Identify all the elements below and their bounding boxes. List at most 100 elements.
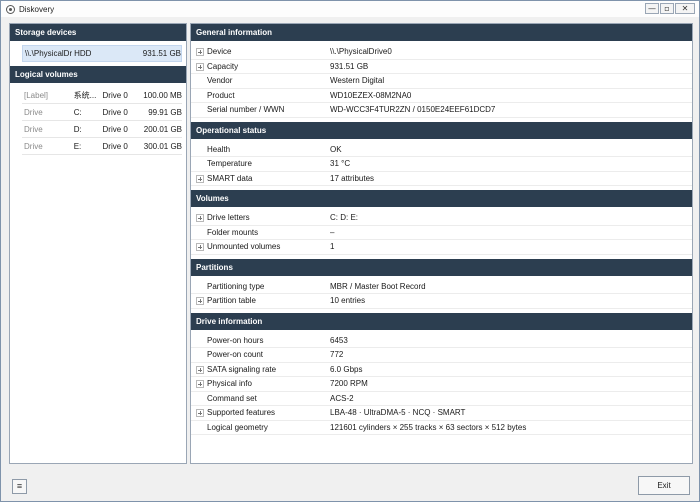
- section-header-general: General information: [191, 24, 692, 41]
- property-key: Product: [207, 90, 235, 100]
- volume-name: E:: [73, 141, 82, 151]
- property-row-supported-features[interactable]: Supported features LBA-48 · UltraDMA-5 ·…: [191, 406, 692, 421]
- volume-drive: Drive 0: [102, 107, 128, 117]
- property-key: Vendor: [207, 76, 233, 86]
- menu-button[interactable]: ≡: [12, 479, 27, 494]
- expand-plus-icon[interactable]: [196, 365, 204, 374]
- exit-button[interactable]: Exit: [638, 476, 690, 495]
- expand-plus-icon[interactable]: [196, 409, 204, 417]
- volume-drive: Drive 0: [102, 141, 128, 151]
- volume-kind: Drive: [24, 141, 43, 151]
- volume-size: 300.01 GB: [143, 141, 182, 151]
- expand-plus-icon[interactable]: [196, 380, 204, 388]
- property-row-folder-mounts: Folder mounts –: [191, 226, 692, 240]
- close-button[interactable]: ✕: [675, 3, 695, 14]
- disk-app-icon: [6, 4, 15, 14]
- property-row-partitioning-type: Partitioning type MBR / Master Boot Reco…: [191, 280, 692, 294]
- property-row-product: Product WD10EZEX-08M2NA0: [191, 89, 692, 103]
- logical-volumes-header: Logical volumes: [10, 66, 186, 83]
- property-row-power-on-count: Power-on count 772: [191, 348, 692, 363]
- property-value: 931.51 GB: [330, 61, 369, 71]
- property-row-unmounted[interactable]: Unmounted volumes 1: [191, 240, 692, 255]
- logical-volume-row[interactable]: Drive D: Drive 0 200.01 GB: [22, 121, 182, 138]
- property-row-command-set: Command set ACS-2: [191, 392, 692, 406]
- expand-plus-icon[interactable]: [196, 243, 204, 251]
- property-key: Command set: [207, 393, 257, 403]
- property-value: 6453: [330, 335, 348, 345]
- expand-plus-icon[interactable]: [196, 297, 204, 305]
- property-key: Device: [207, 47, 232, 57]
- property-row-device[interactable]: Device \\.\PhysicalDrive0: [191, 45, 692, 60]
- property-value: –: [330, 227, 335, 237]
- property-row-capacity[interactable]: Capacity 931.51 GB: [191, 60, 692, 74]
- property-value: 121601 cylinders × 255 tracks × 63 secto…: [330, 422, 527, 432]
- property-value: WD10EZEX-08M2NA0: [330, 90, 412, 100]
- property-row-serial: Serial number / WWN WD-WCC3F4TUR2ZN / 01…: [191, 103, 692, 118]
- logical-volume-row[interactable]: Drive E: Drive 0 300.01 GB: [22, 138, 182, 155]
- property-row-partition-table[interactable]: Partition table 10 entries: [191, 294, 692, 309]
- logical-volume-row[interactable]: [Label] 系统... Drive 0 100.00 MB: [22, 87, 182, 104]
- device-type: HDD: [74, 49, 92, 58]
- property-value: 1: [330, 242, 335, 252]
- volume-kind: Drive: [24, 124, 43, 134]
- minimize-button[interactable]: —: [645, 3, 659, 14]
- property-row-health: Health OK: [191, 143, 692, 157]
- title-bar: Diskovery — ▫ ✕: [1, 1, 699, 17]
- expand-plus-icon[interactable]: [196, 62, 204, 71]
- window-controls: — ▫ ✕: [645, 3, 695, 14]
- property-row-logical-geometry: Logical geometry 121601 cylinders × 255 …: [191, 421, 692, 435]
- property-key: SATA signaling rate: [207, 364, 277, 374]
- property-row-vendor: Vendor Western Digital: [191, 74, 692, 89]
- logical-volume-row[interactable]: Drive C: Drive 0 99.91 GB: [22, 104, 182, 121]
- properties-panel: General information Device \\.\PhysicalD…: [190, 23, 693, 464]
- property-key: Capacity: [207, 61, 239, 71]
- property-value: 6.0 Gbps: [330, 364, 363, 374]
- property-value: 7200 RPM: [330, 379, 368, 389]
- property-row-power-on-hours: Power-on hours 6453: [191, 334, 692, 348]
- property-value: 10 entries: [330, 296, 366, 306]
- app-window: Diskovery — ▫ ✕ Storage devices \\.\Phys…: [0, 0, 700, 502]
- property-row-smart[interactable]: SMART data 17 attributes: [191, 172, 692, 186]
- section-header-volumes: Volumes: [191, 190, 692, 207]
- property-row-drive-letters[interactable]: Drive letters C: D: E:: [191, 211, 692, 226]
- expand-plus-icon[interactable]: [196, 48, 204, 56]
- property-row-physical-info[interactable]: Physical info 7200 RPM: [191, 377, 692, 392]
- device-name: \\.\PhysicalDri...: [25, 49, 73, 58]
- property-key: Power-on count: [207, 350, 264, 360]
- property-value: MBR / Master Boot Record: [330, 281, 426, 291]
- property-value: \\.\PhysicalDrive0: [330, 47, 392, 57]
- volume-name: D:: [73, 124, 82, 134]
- storage-devices-header: Storage devices: [10, 24, 186, 41]
- volume-kind: Drive: [24, 107, 43, 117]
- volume-drive: Drive 0: [102, 90, 128, 100]
- property-key: Physical info: [207, 379, 252, 389]
- expand-plus-icon[interactable]: [196, 174, 204, 183]
- property-key: Supported features: [207, 408, 276, 418]
- property-key: Serial number / WWN: [207, 105, 285, 115]
- property-value: ACS-2: [330, 393, 354, 403]
- expand-plus-icon[interactable]: [196, 214, 204, 222]
- device-tree-panel: Storage devices \\.\PhysicalDri... HDD 9…: [9, 23, 187, 464]
- property-key: SMART data: [207, 173, 253, 183]
- property-value: LBA-48 · UltraDMA-5 · NCQ · SMART: [330, 408, 466, 418]
- maximize-button[interactable]: ▫: [660, 3, 674, 14]
- property-value: WD-WCC3F4TUR2ZN / 0150E24EEF61DCD7: [330, 105, 496, 115]
- property-key: Power-on hours: [207, 335, 264, 345]
- property-key: Partition table: [207, 296, 256, 306]
- section-header-operational: Operational status: [191, 121, 692, 139]
- volume-size: 200.01 GB: [143, 124, 182, 134]
- property-key: Folder mounts: [207, 227, 259, 237]
- volume-kind: [Label]: [24, 90, 49, 100]
- volume-size: 100.00 MB: [143, 90, 182, 100]
- device-size: 931.51 GB: [142, 49, 181, 58]
- volume-name: 系统...: [73, 90, 97, 100]
- property-key: Temperature: [207, 159, 252, 169]
- property-key: Partitioning type: [207, 281, 265, 291]
- section-header-drive-info: Drive information: [191, 312, 692, 330]
- volume-drive: Drive 0: [102, 124, 128, 134]
- property-value: 17 attributes: [330, 173, 375, 183]
- property-key: Drive letters: [207, 213, 250, 223]
- storage-device-row[interactable]: \\.\PhysicalDri... HDD 931.51 GB: [22, 45, 182, 62]
- property-key: Health: [207, 144, 231, 154]
- property-row-sata-rate[interactable]: SATA signaling rate 6.0 Gbps: [191, 363, 692, 377]
